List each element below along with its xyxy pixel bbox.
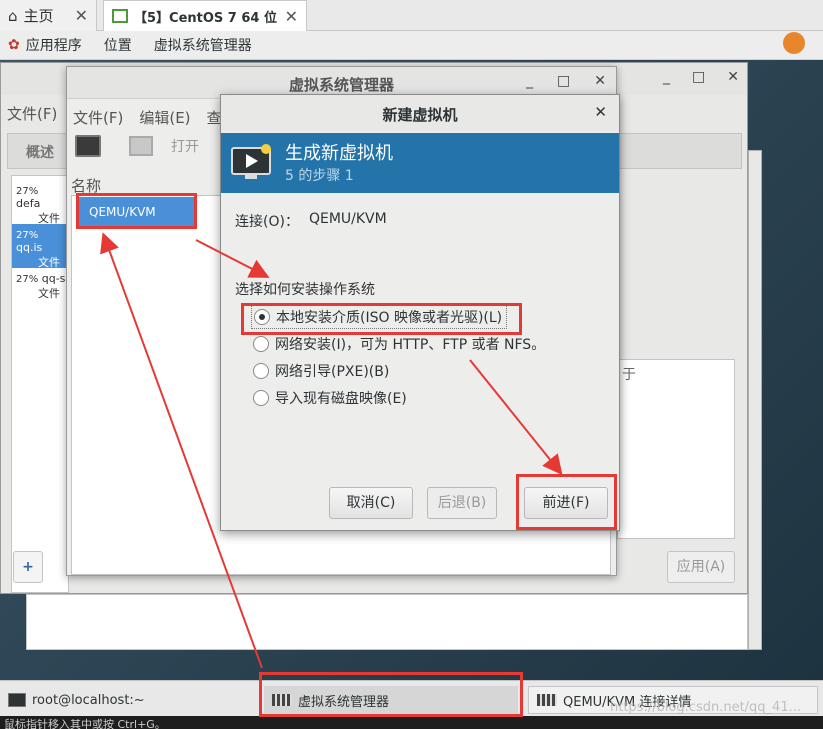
arrow-taskbar-to-connection [100, 232, 263, 669]
annotation-arrows [100, 232, 563, 669]
arrow-option-to-forward [469, 359, 563, 476]
arrow-connection-to-dialog [195, 239, 270, 278]
